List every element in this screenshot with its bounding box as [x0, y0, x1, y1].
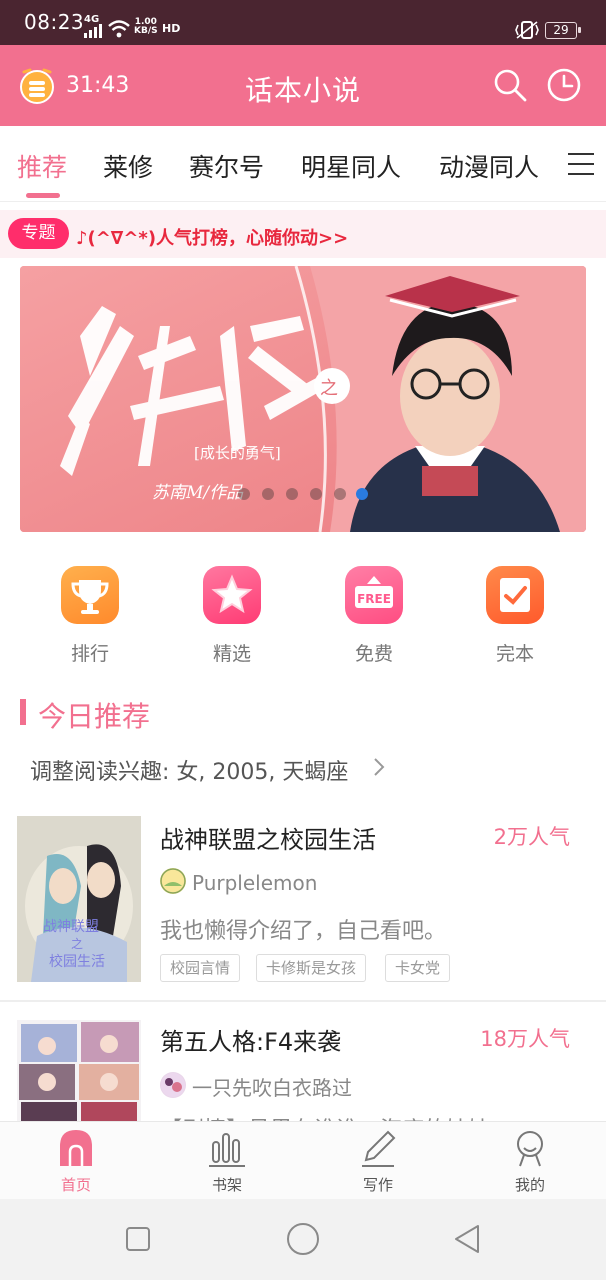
completed-button[interactable]: 完本: [465, 566, 565, 666]
wifi-icon: [108, 20, 130, 38]
carousel-dot[interactable]: [262, 488, 274, 500]
popularity-count: 2万人气: [493, 825, 570, 849]
nav-home-label: 首页: [60, 1176, 91, 1194]
book-title[interactable]: 战神联盟之校园生活: [160, 820, 376, 855]
chevron-right-icon[interactable]: [372, 756, 386, 778]
nav-bookshelf[interactable]: 书架: [172, 1128, 282, 1198]
pencil-icon: [362, 1130, 396, 1167]
nav-write[interactable]: 写作: [323, 1128, 433, 1198]
carousel-dot[interactable]: [286, 488, 298, 500]
book-cover[interactable]: 战神联盟 之 校园生活: [17, 816, 141, 982]
topic-link[interactable]: ♪(^∇^*)人气打榜，心随你动>>: [76, 224, 348, 250]
completed-label: 完本: [495, 643, 534, 665]
status-time: 08:23: [24, 10, 85, 34]
divider: [0, 1000, 606, 1002]
battery-indicator: 29: [545, 22, 581, 39]
app-bar: 31:43 话本小说: [0, 45, 606, 126]
trophy-icon: [61, 566, 119, 624]
author-name[interactable]: 一只先吹白衣路过: [192, 1072, 352, 1101]
reading-interest-link[interactable]: 调整阅读兴趣: 女, 2005, 天蝎座: [30, 754, 348, 786]
book-cover[interactable]: [17, 1020, 141, 1121]
star-icon: [203, 566, 261, 624]
ranking-label: 排行: [70, 643, 109, 665]
system-nav-bar: [0, 1199, 606, 1280]
featured-button[interactable]: 精选: [182, 566, 282, 666]
profile-icon: [517, 1131, 543, 1167]
svg-text:之: 之: [71, 937, 83, 951]
free-tag-icon: FREE: [345, 566, 403, 624]
tab-anime-fanfic[interactable]: 动漫同人: [439, 148, 539, 184]
active-tab-indicator: [26, 193, 60, 198]
banner-title-suffix: 之: [320, 378, 338, 399]
hd-indicator: HD: [162, 22, 181, 35]
ranking-button[interactable]: 排行: [40, 566, 140, 666]
home-circle-icon[interactable]: [285, 1221, 321, 1257]
svg-text:战神联盟: 战神联盟: [43, 919, 99, 935]
tab-recommend[interactable]: 推荐: [17, 148, 67, 184]
book-description: 【剧情】号里有谁谁，海底的娃娃……: [160, 1112, 534, 1121]
back-triangle-icon[interactable]: [450, 1221, 486, 1257]
nav-profile[interactable]: 我的: [475, 1128, 585, 1198]
topic-badge: 专题: [8, 218, 69, 249]
list-item[interactable]: 战神联盟 之 校园生活 战神联盟之校园生活 2万人气 Purplelemon 我…: [0, 816, 606, 1000]
author-avatar: [160, 1072, 186, 1098]
author-avatar: [160, 868, 186, 894]
author-name[interactable]: Purplelemon: [192, 871, 317, 895]
featured-label: 精选: [212, 643, 251, 665]
carousel-dots: [20, 488, 370, 502]
speed-unit: KB/S: [134, 26, 158, 36]
signal-icon: [84, 24, 102, 38]
nav-home[interactable]: 首页: [21, 1128, 131, 1198]
checklist-icon: [486, 566, 544, 624]
nav-write-label: 写作: [362, 1176, 393, 1194]
section-title: 今日推荐: [38, 700, 151, 733]
status-bar: 08:23 4G 1.00 KB/S HD 29: [0, 0, 606, 45]
tab-seer[interactable]: 赛尔号: [189, 148, 264, 184]
nav-bookshelf-label: 书架: [211, 1176, 242, 1194]
carousel-dot[interactable]: [310, 488, 322, 500]
book-tag[interactable]: 卡修斯是女孩: [256, 954, 367, 982]
bottom-nav: 首页 书架 写作 我的: [0, 1121, 606, 1199]
carousel-dot[interactable]: [238, 488, 250, 500]
menu-icon[interactable]: [566, 150, 596, 178]
tab-laixiu[interactable]: 莱修: [103, 148, 153, 184]
search-icon[interactable]: [492, 67, 528, 103]
network-speed: 1.00 KB/S: [134, 18, 158, 36]
vibrate-icon: [515, 21, 539, 39]
banner-subtitle: [成长的勇气]: [194, 444, 281, 462]
svg-text:校园生活: 校园生活: [49, 953, 105, 970]
section-accent-bar: [20, 699, 26, 725]
book-description: 我也懒得介绍了，自己看吧。: [160, 919, 447, 944]
bookshelf-icon: [209, 1133, 245, 1167]
category-tabs: 推荐 莱修 赛尔号 明星同人 动漫同人: [0, 126, 606, 202]
popularity-count: 18万人气: [480, 1027, 570, 1051]
carousel-dot[interactable]: [334, 488, 346, 500]
history-clock-icon[interactable]: [546, 67, 582, 103]
carousel-dot-active[interactable]: [356, 488, 368, 500]
topic-strip[interactable]: 专题 ♪(^∇^*)人气打榜，心随你动>>: [0, 210, 606, 258]
book-tag[interactable]: 校园言情: [160, 954, 241, 982]
svg-text:FREE: FREE: [357, 592, 391, 606]
book-tag[interactable]: 卡女党: [385, 954, 451, 982]
free-label: 免费: [354, 643, 393, 665]
recent-apps-icon[interactable]: [120, 1221, 156, 1257]
book-title[interactable]: 第五人格:F4来袭: [160, 1022, 341, 1057]
home-icon: [60, 1130, 92, 1166]
banner-carousel[interactable]: 之 [成长的勇气] 苏南M/作品: [20, 266, 586, 532]
nav-profile-label: 我的: [514, 1176, 545, 1194]
free-button[interactable]: FREE 免费: [324, 566, 424, 666]
tab-celebrity-fanfic[interactable]: 明星同人: [301, 148, 401, 184]
list-item[interactable]: 第五人格:F4来袭 18万人气 一只先吹白衣路过 【剧情】号里有谁谁，海底的娃娃…: [0, 1020, 606, 1121]
